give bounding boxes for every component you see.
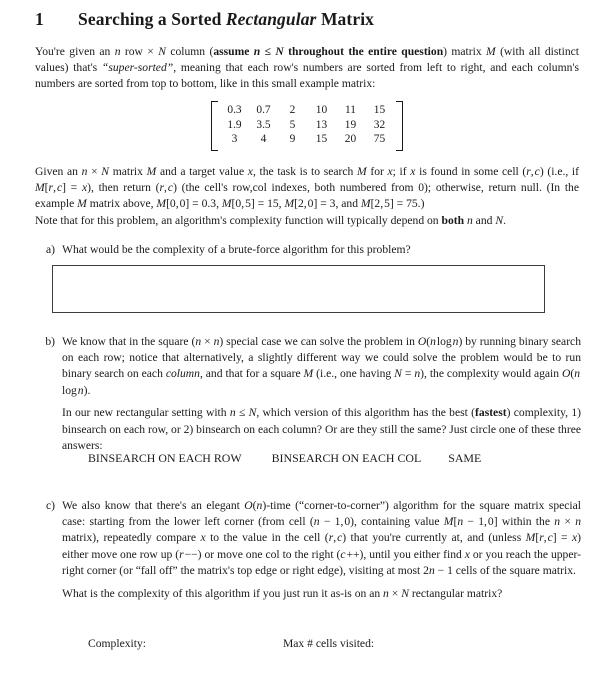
matrix-cell: 5: [289, 118, 296, 131]
matrix-row: 3 4 9 15 20 75: [220, 132, 394, 147]
matrix-cell: 75: [373, 133, 386, 146]
section-title-after: Matrix: [316, 9, 375, 29]
item-label-b: b): [45, 335, 55, 348]
matrix-cell: 10: [315, 104, 328, 116]
section-number: 1: [35, 9, 44, 29]
complexity-label: Complexity:: [88, 637, 146, 650]
example-matrix: 0.3 0.7 2 10 11 15 1.9 3.5 5 13 19 32 3: [0, 101, 614, 154]
item-c-paragraph-1: We also know that there's an elegant O(n…: [62, 499, 582, 577]
matrix-cell: 11: [345, 104, 356, 116]
section-title-italic: Rectangular: [225, 9, 317, 29]
matrix-cell: 9: [289, 133, 296, 146]
matrix-table: 0.3 0.7 2 10 11 15 1.9 3.5 5 13 19 32 3: [220, 103, 394, 147]
item-label-c: c): [45, 499, 55, 512]
item-label-a: a): [45, 243, 55, 256]
matrix-cell: 15: [373, 104, 386, 116]
answer-box-a[interactable]: [52, 265, 545, 313]
matrix-cell: 19: [344, 118, 357, 131]
matrix-bracket-left: [211, 101, 218, 151]
choice-binsearch-row[interactable]: BINSEARCH ON EACH ROW: [88, 451, 242, 466]
note-paragraph: Note that for this problem, an algorithm…: [35, 214, 506, 227]
matrix-cell: 32: [373, 118, 386, 131]
matrix-cell: 3.5: [256, 118, 271, 131]
matrix-cell: 15: [315, 133, 328, 146]
matrix-cell: 0.7: [256, 104, 271, 116]
matrix-cell: 4: [260, 133, 267, 146]
item-c-answer-prompts: Complexity: Max # cells visited:: [88, 637, 558, 650]
question-item-b: b) We know that in the square (n × n) sp…: [37, 334, 581, 454]
section-title-before: Searching a Sorted: [78, 9, 226, 29]
matrix-cell: 3: [231, 133, 238, 146]
task-description-paragraph: Given an n × N matrix M and a target val…: [35, 165, 580, 211]
question-item-a: a) What would be the complexity of a bru…: [37, 242, 581, 258]
item-a-text: What would be the complexity of a brute-…: [62, 243, 411, 256]
item-c-body: We also know that there's an elegant O(n…: [62, 498, 581, 602]
matrix-row: 1.9 3.5 5 13 19 32: [220, 118, 394, 133]
matrix-cell: 2: [289, 104, 296, 116]
choice-same[interactable]: SAME: [448, 451, 481, 466]
max-cells-label: Max # cells visited:: [282, 637, 375, 650]
matrix-bracket-right: [396, 101, 403, 151]
item-c-paragraph-2: What is the complexity of this algorithm…: [62, 586, 503, 600]
matrix-row: 0.3 0.7 2 10 11 15: [220, 103, 394, 118]
matrix-cell: 1.9: [227, 118, 242, 131]
page-title: 1 Searching a Sorted Rectangular Matrix: [35, 9, 580, 30]
matrix-cell: 0.3: [227, 104, 242, 116]
item-b-paragraph-2: In our new rectangular setting with n ≤ …: [62, 406, 582, 452]
circle-one-choices: BINSEARCH ON EACH ROW BINSEARCH ON EACH C…: [88, 451, 558, 466]
document-page: 1 Searching a Sorted Rectangular Matrix Y…: [0, 0, 614, 695]
choice-binsearch-col[interactable]: BINSEARCH ON EACH COL: [272, 451, 422, 466]
item-b-body: We know that in the square (n × n) speci…: [62, 334, 581, 454]
matrix-cell: 13: [315, 118, 328, 131]
intro-paragraph: You're given an n row × N column (assume…: [35, 45, 580, 91]
question-item-c: c) We also know that there's an elegant …: [37, 498, 581, 602]
matrix-cell: 20: [344, 133, 357, 146]
item-b-paragraph-1: We know that in the square (n × n) speci…: [62, 335, 582, 397]
